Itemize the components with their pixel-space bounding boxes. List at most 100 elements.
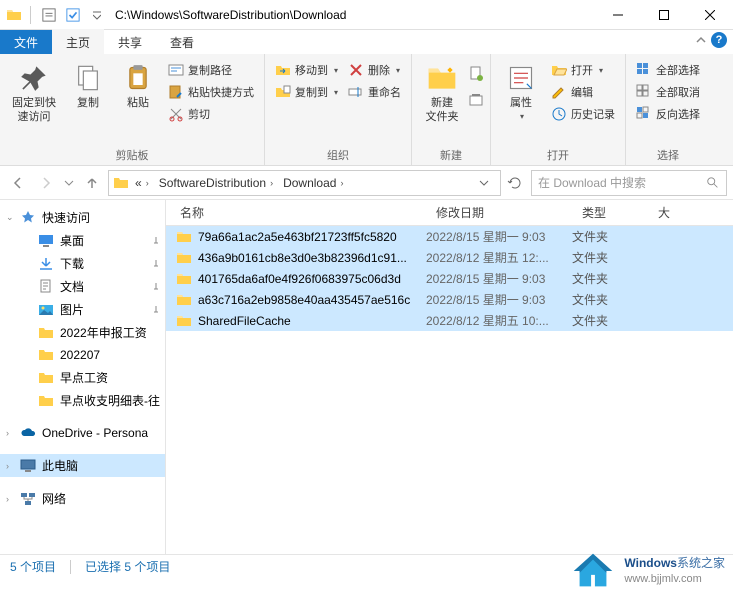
- sidebar-downloads[interactable]: 下载: [0, 252, 165, 275]
- row-type: 文件夹: [572, 291, 648, 308]
- tab-file[interactable]: 文件: [0, 30, 52, 54]
- rename-button[interactable]: 重命名: [344, 82, 405, 102]
- nav-recent-button[interactable]: [62, 171, 76, 195]
- folder-icon: [6, 7, 22, 23]
- delete-button[interactable]: 删除▾: [344, 60, 405, 80]
- table-row[interactable]: a63c716a2eb9858e40aa435457ae516c2022/8/1…: [166, 289, 733, 310]
- star-icon: [20, 210, 36, 226]
- onedrive-icon: [20, 425, 36, 441]
- col-type[interactable]: 类型: [572, 204, 648, 221]
- select-all-button[interactable]: 全部选择: [632, 60, 704, 80]
- search-input[interactable]: [538, 176, 700, 190]
- maximize-button[interactable]: [641, 0, 687, 30]
- history-button[interactable]: 历史记录: [547, 104, 619, 124]
- select-none-icon: [636, 84, 652, 100]
- history-icon: [551, 106, 567, 122]
- nav-up-button[interactable]: [80, 171, 104, 195]
- cut-icon: [168, 106, 184, 122]
- breadcrumb-overflow[interactable]: «›: [131, 176, 153, 190]
- row-type: 文件夹: [572, 270, 648, 287]
- move-to-button[interactable]: 移动到▾: [271, 60, 342, 80]
- copy-icon: [72, 62, 104, 94]
- ribbon-group-open: 属性 ▾ 打开▾ 编辑 历史记录 打开: [491, 54, 626, 165]
- copy-to-button[interactable]: 复制到▾: [271, 82, 342, 102]
- breadcrumb-seg2[interactable]: Download›: [279, 176, 347, 190]
- network-icon: [20, 491, 36, 507]
- downloads-icon: [38, 256, 54, 272]
- sidebar-this-pc[interactable]: › 此电脑: [0, 454, 165, 477]
- sidebar-folder3[interactable]: 早点工资: [0, 366, 165, 389]
- window-title: C:\Windows\SoftwareDistribution\Download: [107, 8, 595, 22]
- sidebar-pictures[interactable]: 图片: [0, 298, 165, 321]
- paste-button[interactable]: 粘贴: [114, 58, 162, 114]
- qat-dropdown-icon[interactable]: [87, 5, 107, 25]
- breadcrumb-seg1[interactable]: SoftwareDistribution›: [155, 176, 277, 190]
- table-row[interactable]: SharedFileCache2022/8/12 星期五 10:...文件夹: [166, 310, 733, 331]
- sidebar-folder1[interactable]: 2022年申报工资: [0, 321, 165, 344]
- pin-icon: [151, 282, 161, 292]
- invert-icon: [636, 106, 652, 122]
- paste-shortcut-button[interactable]: 粘贴快捷方式: [164, 82, 258, 102]
- close-button[interactable]: [687, 0, 733, 30]
- nav-forward-button[interactable]: [34, 171, 58, 195]
- copy-path-button[interactable]: 复制路径: [164, 60, 258, 80]
- table-row[interactable]: 79a66a1ac2a5e463bf21723ff5fc58202022/8/1…: [166, 226, 733, 247]
- properties-button[interactable]: 属性 ▾: [497, 58, 545, 125]
- tab-view[interactable]: 查看: [156, 30, 208, 54]
- sidebar-quick-access[interactable]: ⌄ 快速访问: [0, 206, 165, 229]
- nav-sidebar: ⌄ 快速访问 桌面 下载 文档 图片 2022年申报工资: [0, 200, 166, 554]
- sidebar-onedrive[interactable]: › OneDrive - Persona: [0, 422, 165, 444]
- sidebar-network[interactable]: › 网络: [0, 487, 165, 510]
- folder-icon: [176, 229, 192, 245]
- pc-icon: [20, 458, 36, 474]
- invert-selection-button[interactable]: 反向选择: [632, 104, 704, 124]
- sidebar-folder4[interactable]: 早点收支明细表-往: [0, 389, 165, 412]
- sidebar-desktop[interactable]: 桌面: [0, 229, 165, 252]
- row-date: 2022/8/15 星期一 9:03: [426, 270, 572, 287]
- search-box[interactable]: [531, 170, 727, 196]
- sidebar-folder2[interactable]: 202207: [0, 344, 165, 366]
- col-date[interactable]: 修改日期: [426, 204, 572, 221]
- rename-icon: [348, 84, 364, 100]
- minimize-button[interactable]: [595, 0, 641, 30]
- folder-icon: [176, 271, 192, 287]
- path-box[interactable]: «› SoftwareDistribution› Download›: [108, 170, 501, 196]
- row-name: a63c716a2eb9858e40aa435457ae516c: [198, 293, 410, 307]
- path-dropdown-button[interactable]: [472, 171, 496, 195]
- edit-button[interactable]: 编辑: [547, 82, 619, 102]
- select-all-icon: [636, 62, 652, 78]
- tab-home[interactable]: 主页: [52, 29, 104, 54]
- row-date: 2022/8/15 星期一 9:03: [426, 228, 572, 245]
- nav-back-button[interactable]: [6, 171, 30, 195]
- qat-properties-icon[interactable]: [39, 5, 59, 25]
- copy-to-icon: [275, 84, 291, 100]
- table-row[interactable]: 436a9b0161cb8e3d0e3b82396d1c91...2022/8/…: [166, 247, 733, 268]
- col-name[interactable]: 名称: [166, 204, 426, 221]
- sidebar-documents[interactable]: 文档: [0, 275, 165, 298]
- desktop-icon: [38, 233, 54, 249]
- pin-quick-access-button[interactable]: 固定到快 速访问: [6, 58, 62, 128]
- expand-icon[interactable]: ›: [6, 494, 9, 504]
- open-button[interactable]: 打开▾: [547, 60, 619, 80]
- qat-checkbox-icon[interactable]: [63, 5, 83, 25]
- help-icon[interactable]: ?: [711, 32, 727, 48]
- col-size[interactable]: 大: [648, 204, 733, 221]
- ribbon-group-clipboard: 固定到快 速访问 复制 粘贴 复制路径 粘贴快捷方式: [0, 54, 265, 165]
- address-bar: «› SoftwareDistribution› Download›: [0, 166, 733, 200]
- collapse-ribbon-icon[interactable]: [695, 34, 707, 46]
- delete-icon: [348, 62, 364, 78]
- new-item-icon[interactable]: [468, 66, 484, 82]
- new-folder-button[interactable]: 新建 文件夹: [418, 58, 466, 128]
- select-none-button[interactable]: 全部取消: [632, 82, 704, 102]
- expand-icon[interactable]: ›: [6, 428, 9, 438]
- refresh-button[interactable]: [503, 171, 527, 195]
- expand-icon[interactable]: ›: [6, 461, 9, 471]
- pin-icon: [151, 305, 161, 315]
- easy-access-icon[interactable]: [468, 92, 484, 108]
- paste-shortcut-icon: [168, 84, 184, 100]
- cut-button[interactable]: 剪切: [164, 104, 258, 124]
- tab-share[interactable]: 共享: [104, 30, 156, 54]
- table-row[interactable]: 401765da6af0e4f926f0683975c06d3d2022/8/1…: [166, 268, 733, 289]
- expand-icon[interactable]: ⌄: [6, 212, 14, 223]
- copy-button[interactable]: 复制: [64, 58, 112, 114]
